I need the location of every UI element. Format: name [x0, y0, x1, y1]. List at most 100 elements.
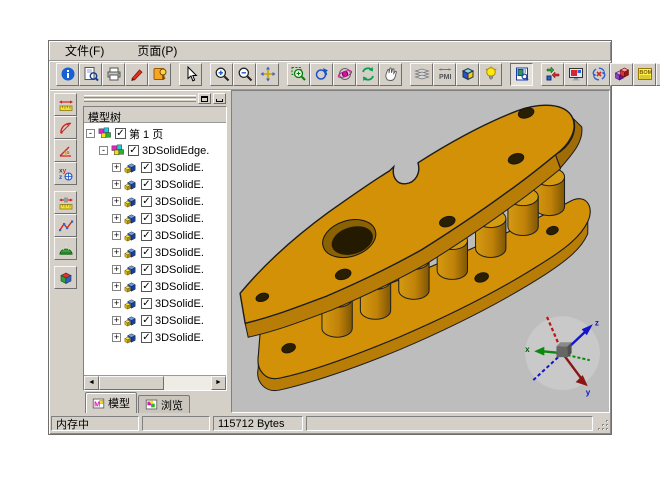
orientation-trackball[interactable]: z x y — [525, 315, 600, 397]
scrollbar-thumb[interactable] — [99, 376, 164, 390]
item-checkbox[interactable]: ✓ — [141, 230, 152, 241]
toolbar-button-view-box[interactable] — [456, 63, 479, 86]
expander-icon[interactable]: + — [112, 282, 121, 291]
tree-item[interactable]: + ✓3DSolidE. — [84, 312, 226, 329]
expander-icon[interactable]: + — [112, 248, 121, 257]
measure-button-measure-coordinate[interactable]: xyz — [54, 162, 77, 185]
toolbar-button-bom[interactable]: BOM — [633, 63, 656, 86]
toolbar-button-pan-arrows[interactable] — [256, 63, 279, 86]
tree-item[interactable]: +✓3DSolidE. — [84, 227, 226, 244]
toolbar-button-light[interactable] — [479, 63, 502, 86]
expander-icon[interactable]: + — [112, 316, 121, 325]
tree-item[interactable]: +✓3DSolidE. — [84, 176, 226, 193]
tree-item[interactable]: +✓3DSolidE. — [84, 193, 226, 210]
item-checkbox[interactable]: ✓ — [141, 196, 152, 207]
toolbar-button-screen[interactable] — [564, 63, 587, 86]
panel-gripper[interactable] — [83, 93, 227, 104]
measure-button-measure-radius[interactable] — [54, 116, 77, 139]
toolbar-button-render-mode[interactable] — [510, 63, 533, 86]
item-checkbox[interactable]: ✓ — [141, 179, 152, 190]
item-checkbox[interactable]: ✓ — [141, 281, 152, 292]
measure-distance-icon — [58, 195, 74, 211]
menu-page[interactable]: 页面(P) — [134, 41, 180, 60]
expander-icon[interactable]: + — [112, 214, 121, 223]
viewport-3d[interactable]: z x y — [231, 90, 610, 413]
toolbar-button-rotate-view[interactable] — [310, 63, 333, 86]
item-checkbox[interactable]: ✓ — [141, 315, 152, 326]
measure-button-measure-distance[interactable] — [54, 191, 77, 214]
pan-hand-icon — [383, 66, 399, 82]
scroll-left-button[interactable]: ◄ — [84, 376, 99, 390]
tree-item[interactable]: +✓3DSolidE. — [84, 278, 226, 295]
screen-icon — [568, 66, 584, 82]
toolbar-button-info[interactable] — [56, 63, 79, 86]
expander-icon[interactable]: + — [112, 333, 121, 342]
toolbar-button-zoom-out[interactable] — [233, 63, 256, 86]
tree-item[interactable]: +✓3DSolidE. — [84, 261, 226, 278]
toolbar-button-layers[interactable] — [410, 63, 433, 86]
toolbar-button-print-preview[interactable] — [79, 63, 102, 86]
item-checkbox[interactable]: ✓ — [141, 264, 152, 275]
tree-item-label: 3DSolidE. — [155, 315, 204, 327]
measure-button-measure-horizontal[interactable] — [54, 93, 77, 116]
measure-coordinate-icon: xyz — [58, 166, 74, 182]
axis-x-label: x — [525, 345, 530, 354]
expander-icon[interactable]: - — [99, 146, 108, 155]
tab-browse[interactable]: 浏览 — [138, 395, 190, 413]
tree-horizontal-scrollbar[interactable]: ◄ ► — [84, 375, 226, 390]
item-checkbox[interactable]: ✓ — [141, 332, 152, 343]
toolbar-button-select-cursor[interactable] — [179, 63, 202, 86]
item-checkbox[interactable]: ✓ — [141, 213, 152, 224]
measure-button-measure-angle[interactable] — [54, 139, 77, 162]
expander-icon[interactable]: - — [86, 129, 95, 138]
tree-item[interactable]: -✓第 1 页 — [84, 125, 226, 142]
expander-icon[interactable]: + — [112, 163, 121, 172]
item-checkbox[interactable]: ✓ — [141, 162, 152, 173]
panel-maximize-button[interactable] — [198, 93, 211, 104]
toolbar-button-zoom-in[interactable] — [210, 63, 233, 86]
measure-volume-icon — [58, 270, 74, 286]
toolbar-button-assembly-explode[interactable] — [541, 63, 564, 86]
part-cubes-icon — [123, 279, 138, 294]
toolbar-button-permissions-key[interactable] — [148, 63, 171, 86]
expander-icon[interactable]: + — [112, 265, 121, 274]
toolbar-button-annotate-pencil[interactable] — [125, 63, 148, 86]
menu-file[interactable]: 文件(F) — [62, 41, 107, 60]
part-cubes-icon — [123, 245, 138, 260]
toolbar-button-zoom-window[interactable] — [287, 63, 310, 86]
tree-item[interactable]: -✓3DSolidEdge. — [84, 142, 226, 159]
item-checkbox[interactable]: ✓ — [141, 298, 152, 309]
status-field-3 — [306, 416, 593, 431]
measure-button-measure-volume[interactable] — [54, 266, 77, 289]
toolbar-button-refresh-view[interactable] — [356, 63, 379, 86]
scroll-right-button[interactable]: ► — [211, 376, 226, 390]
panel-hide-button[interactable] — [213, 93, 226, 104]
item-checkbox[interactable]: ✓ — [115, 128, 126, 139]
toolbar-button-update-cycle[interactable] — [587, 63, 610, 86]
item-checkbox[interactable]: ✓ — [141, 247, 152, 258]
measure-button-measure-protractor[interactable] — [54, 237, 77, 260]
measure-horizontal-icon — [58, 97, 74, 113]
tree-item[interactable]: +✓3DSolidE. — [84, 210, 226, 227]
print-preview-icon — [83, 66, 99, 82]
model-tree-panel: 模型树 -✓第 1 页-✓3DSolidEdge.+✓3DSolidE.+✓3D… — [81, 90, 228, 414]
toolbar-button-table-search[interactable] — [656, 63, 660, 86]
toolbar-button-pmi[interactable]: PMI — [433, 63, 456, 86]
resize-grip[interactable] — [596, 416, 609, 431]
tree-item[interactable]: +✓3DSolidE. — [84, 159, 226, 176]
expander-icon[interactable]: + — [112, 231, 121, 240]
tree-item[interactable]: +✓3DSolidE. — [84, 329, 226, 346]
tree-item[interactable]: +✓3DSolidE. — [84, 244, 226, 261]
toolbar-button-print[interactable] — [102, 63, 125, 86]
expander-icon[interactable]: + — [112, 197, 121, 206]
expander-icon[interactable]: + — [112, 299, 121, 308]
toolbar-button-pan-hand[interactable] — [379, 63, 402, 86]
expander-icon[interactable]: + — [112, 180, 121, 189]
toolbar-button-parts-3d[interactable] — [610, 63, 633, 86]
scrollbar-track[interactable] — [99, 376, 211, 390]
tab-model-active[interactable]: M模型 — [85, 392, 137, 413]
measure-button-measure-polyline[interactable] — [54, 214, 77, 237]
toolbar-button-orbit-view[interactable] — [333, 63, 356, 86]
tree-item[interactable]: +✓3DSolidE. — [84, 295, 226, 312]
item-checkbox[interactable]: ✓ — [128, 145, 139, 156]
